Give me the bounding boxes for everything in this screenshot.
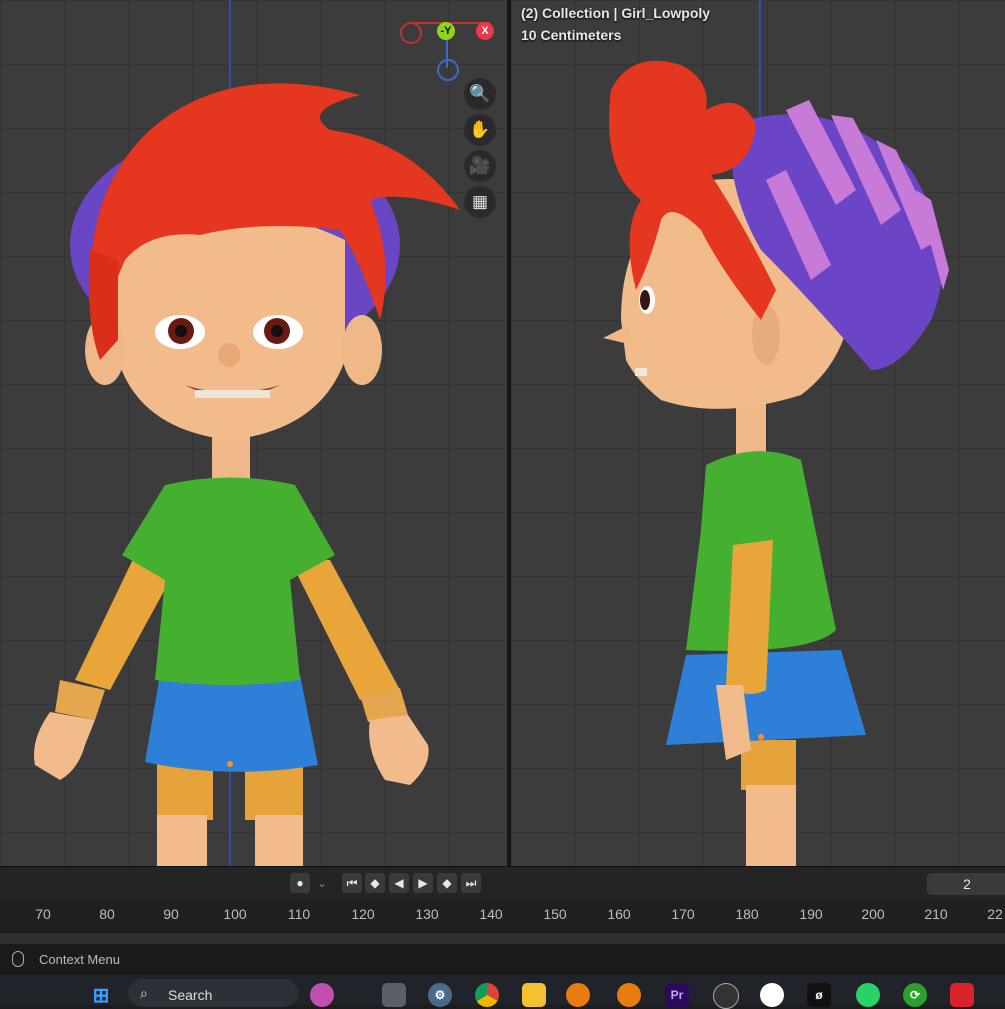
tick-label: 100 (223, 906, 247, 922)
sync-icon[interactable]: ⟳ (903, 983, 927, 1007)
right-ear (342, 315, 382, 385)
gizmo-neg-x-icon[interactable] (400, 22, 422, 44)
camera-icon[interactable]: 🎥 (464, 150, 496, 182)
taskbar: ⊞ ⌕ Search ⚙ Pr ø ⟳ (0, 975, 1005, 1009)
task-view-icon[interactable] (382, 983, 406, 1007)
right-sleeve (290, 560, 400, 700)
obs-icon[interactable] (713, 983, 739, 1009)
tick-label: 150 (543, 906, 567, 922)
record-button[interactable]: ● (290, 873, 310, 893)
widget-icon[interactable] (310, 983, 334, 1007)
play-button[interactable]: ▶ (413, 873, 433, 893)
file-explorer-icon[interactable] (522, 983, 546, 1007)
eye (640, 290, 650, 310)
viewport-front[interactable]: -Y X 🔍 ✋ 🎥 ▦ (0, 0, 507, 866)
tick-label: 22 (987, 906, 1003, 922)
leg (746, 785, 796, 866)
chrome-icon[interactable] (475, 983, 499, 1007)
viewport-side[interactable]: (2) Collection | Girl_Lowpoly 10 Centime… (511, 0, 1005, 866)
tick-label: 130 (415, 906, 439, 922)
head (118, 212, 345, 440)
character-front-view[interactable] (0, 0, 507, 866)
teeth (195, 390, 270, 398)
search-icon: ⌕ (140, 985, 148, 1001)
app-slash-icon[interactable]: ø (807, 983, 831, 1007)
nose (603, 325, 633, 345)
sleeve (726, 540, 773, 694)
grid-icon[interactable]: ▦ (464, 186, 496, 218)
app-circle-icon[interactable] (760, 983, 784, 1007)
tick-label: 140 (479, 906, 503, 922)
next-keyframe-button[interactable]: ◆ (437, 873, 457, 893)
hand-pan-icon[interactable]: ✋ (464, 114, 496, 146)
zoom-icon[interactable]: 🔍 (464, 78, 496, 110)
blender-icon[interactable] (566, 983, 590, 1007)
tick-label: 90 (163, 906, 179, 922)
tick-label: 80 (99, 906, 115, 922)
search-label: Search (168, 987, 213, 1003)
skirt (145, 675, 318, 772)
jump-start-button[interactable]: ⏮ (342, 873, 362, 893)
current-frame-field[interactable]: 2 (927, 873, 1005, 895)
windows-start-icon[interactable]: ⊞ (89, 983, 113, 1007)
character-side-view[interactable] (511, 0, 1005, 866)
premiere-pro-icon[interactable]: Pr (665, 983, 689, 1007)
gizmo-neg-y-icon[interactable]: -Y (437, 22, 455, 40)
left-hand (34, 712, 95, 780)
tick-label: 120 (351, 906, 375, 922)
right-hand (369, 715, 429, 785)
origin-dot (227, 761, 233, 767)
tick-label: 110 (287, 906, 311, 922)
play-reverse-button[interactable]: ◀ (389, 873, 409, 893)
blender-icon[interactable] (617, 983, 641, 1007)
context-menu-hint: Context Menu (39, 952, 120, 967)
record-options-chevron-icon[interactable]: ⌄ (312, 873, 332, 893)
ear (752, 305, 780, 365)
nose (218, 343, 240, 367)
search-box[interactable]: ⌕ Search (128, 979, 298, 1007)
whatsapp-icon[interactable] (856, 983, 880, 1007)
tick-label: 210 (924, 906, 948, 922)
gizmo-x-icon[interactable]: X (476, 22, 494, 40)
jump-end-button[interactable]: ⏭ (461, 873, 481, 893)
prev-keyframe-button[interactable]: ◆ (365, 873, 385, 893)
left-leg (157, 815, 207, 866)
status-bar: Context Menu (0, 944, 1005, 975)
playback-bar: ● ⌄ ⏮ ◆ ◀ ▶ ◆ ⏭ 2 (0, 866, 1005, 901)
gizmo-neg-z-icon[interactable] (437, 59, 459, 81)
tick-label: 180 (735, 906, 759, 922)
settings-gear-icon[interactable]: ⚙ (428, 983, 452, 1007)
tick-label: 190 (799, 906, 823, 922)
left-sleeve (75, 555, 170, 690)
mouse-icon (12, 951, 24, 967)
tick-label: 200 (861, 906, 885, 922)
timeline-ruler[interactable]: 70 80 90 100 110 120 130 140 150 160 170… (0, 900, 1005, 932)
right-leg (255, 815, 303, 866)
acrobat-icon[interactable] (950, 983, 974, 1007)
teeth (635, 368, 647, 376)
tick-label: 160 (607, 906, 631, 922)
origin-dot (758, 734, 764, 740)
tick-label: 70 (35, 906, 51, 922)
tick-label: 170 (671, 906, 695, 922)
